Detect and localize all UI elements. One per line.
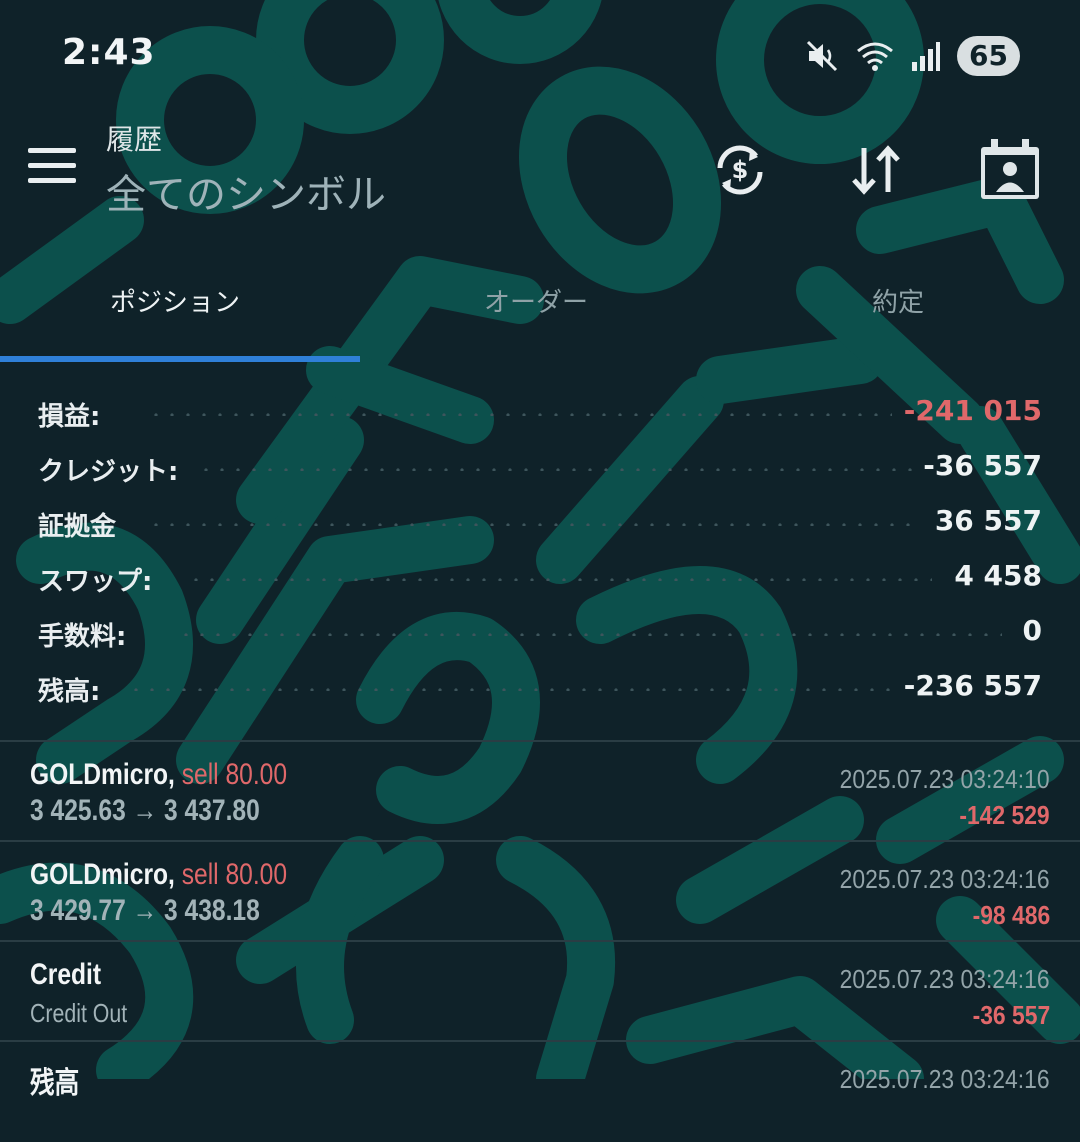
summary-value-swap: 4 458	[954, 559, 1042, 592]
symbol-filter[interactable]: 全てのシンボル	[106, 162, 386, 220]
list-item[interactable]: Credit Credit Out 2025.07.23 03:24:16 -3…	[0, 940, 1080, 1042]
signal-icon	[912, 42, 941, 71]
summary-value-profit: -241 015	[903, 394, 1042, 427]
item-time: 2025.07.23 03:24:10	[840, 764, 1050, 794]
calendar-contact-button[interactable]	[974, 134, 1046, 206]
dot-leader	[128, 688, 892, 691]
summary-row-profit: 損益: -241 015	[38, 386, 1042, 441]
status-bar: 2:43 65	[0, 0, 1080, 110]
item-symbol: Credit	[30, 958, 102, 991]
app-bar: 履歴 全てのシンボル $	[0, 110, 1080, 230]
item-time: 2025.07.23 03:24:16	[840, 1064, 1050, 1094]
item-profit: -98 486	[972, 900, 1050, 930]
tab-deals[interactable]: 約定	[872, 282, 924, 319]
dot-leader	[178, 633, 1002, 636]
item-title: GOLDmicro, sell 80.00	[30, 758, 287, 792]
menu-icon-bar	[28, 178, 76, 183]
summary-row-credit: クレジット: -36 557	[38, 441, 1042, 496]
summary-label: 損益:	[38, 402, 101, 432]
mute-icon	[806, 40, 838, 72]
dot-leader	[148, 413, 892, 416]
sort-icon	[852, 145, 900, 195]
item-side: sell 80.00	[181, 758, 288, 791]
item-time: 2025.07.23 03:24:16	[840, 964, 1050, 994]
summary-row-balance: 残高: -236 557	[38, 661, 1042, 716]
item-title: GOLDmicro, sell 80.00	[30, 858, 287, 892]
item-side: sell 80.00	[181, 858, 288, 891]
summary-row-margin: 証拠金 36 557	[38, 496, 1042, 551]
list-item[interactable]: 残高 2025.07.23 03:24:16	[0, 1040, 1080, 1142]
list-item[interactable]: GOLDmicro, sell 80.00 3 429.77 → 3 438.1…	[0, 840, 1080, 942]
status-time: 2:43	[62, 32, 156, 73]
item-symbol: GOLDmicro,	[30, 858, 175, 891]
list-item[interactable]: GOLDmicro, sell 80.00 3 425.63 → 3 437.8…	[0, 740, 1080, 842]
wifi-icon	[857, 42, 893, 71]
summary-value-balance: -236 557	[903, 669, 1042, 702]
item-symbol: GOLDmicro,	[30, 758, 175, 791]
summary-label: 手数料:	[38, 622, 127, 652]
battery-badge: 65	[957, 36, 1020, 76]
summary-row-swap: スワップ: 4 458	[38, 551, 1042, 606]
summary-row-commission: 手数料: 0	[38, 606, 1042, 661]
summary-value-commission: 0	[1022, 614, 1042, 647]
item-symbol: 残高	[30, 1067, 80, 1100]
summary-value-credit: -36 557	[923, 449, 1042, 482]
item-comment: Credit Out	[30, 998, 128, 1028]
menu-icon-bar	[28, 163, 76, 168]
calendar-contact-icon	[981, 139, 1039, 199]
tab-positions[interactable]: ポジション	[110, 282, 240, 319]
history-tabs: ポジション オーダー 約定	[0, 262, 1080, 364]
summary-label: 証拠金	[38, 512, 117, 542]
dot-leader	[148, 523, 912, 526]
currency-sync-icon: $	[717, 145, 763, 195]
item-prices: 3 425.63 → 3 437.80	[30, 794, 260, 827]
summary-label: スワップ:	[38, 567, 153, 597]
item-profit: -142 529	[959, 800, 1050, 830]
page-title: 履歴	[106, 123, 163, 156]
item-title: 残高	[30, 1058, 79, 1102]
item-prices: 3 429.77 → 3 438.18	[30, 894, 260, 927]
tab-orders[interactable]: オーダー	[484, 282, 588, 319]
dot-leader	[198, 468, 912, 471]
summary-value-margin: 36 557	[934, 504, 1042, 537]
item-profit: -36 557	[972, 1000, 1050, 1030]
item-title: Credit	[30, 958, 101, 992]
summary-label: クレジット:	[38, 457, 179, 487]
status-icons: 65	[805, 34, 1020, 78]
dot-leader	[188, 578, 932, 581]
svg-text:$: $	[732, 156, 749, 184]
sort-button[interactable]	[840, 134, 912, 206]
summary-label: 残高:	[38, 677, 101, 707]
menu-button[interactable]	[28, 148, 76, 184]
menu-icon-bar	[28, 148, 76, 153]
tab-indicator	[0, 356, 360, 362]
currency-sync-button[interactable]: $	[704, 134, 776, 206]
item-time: 2025.07.23 03:24:16	[840, 864, 1050, 894]
